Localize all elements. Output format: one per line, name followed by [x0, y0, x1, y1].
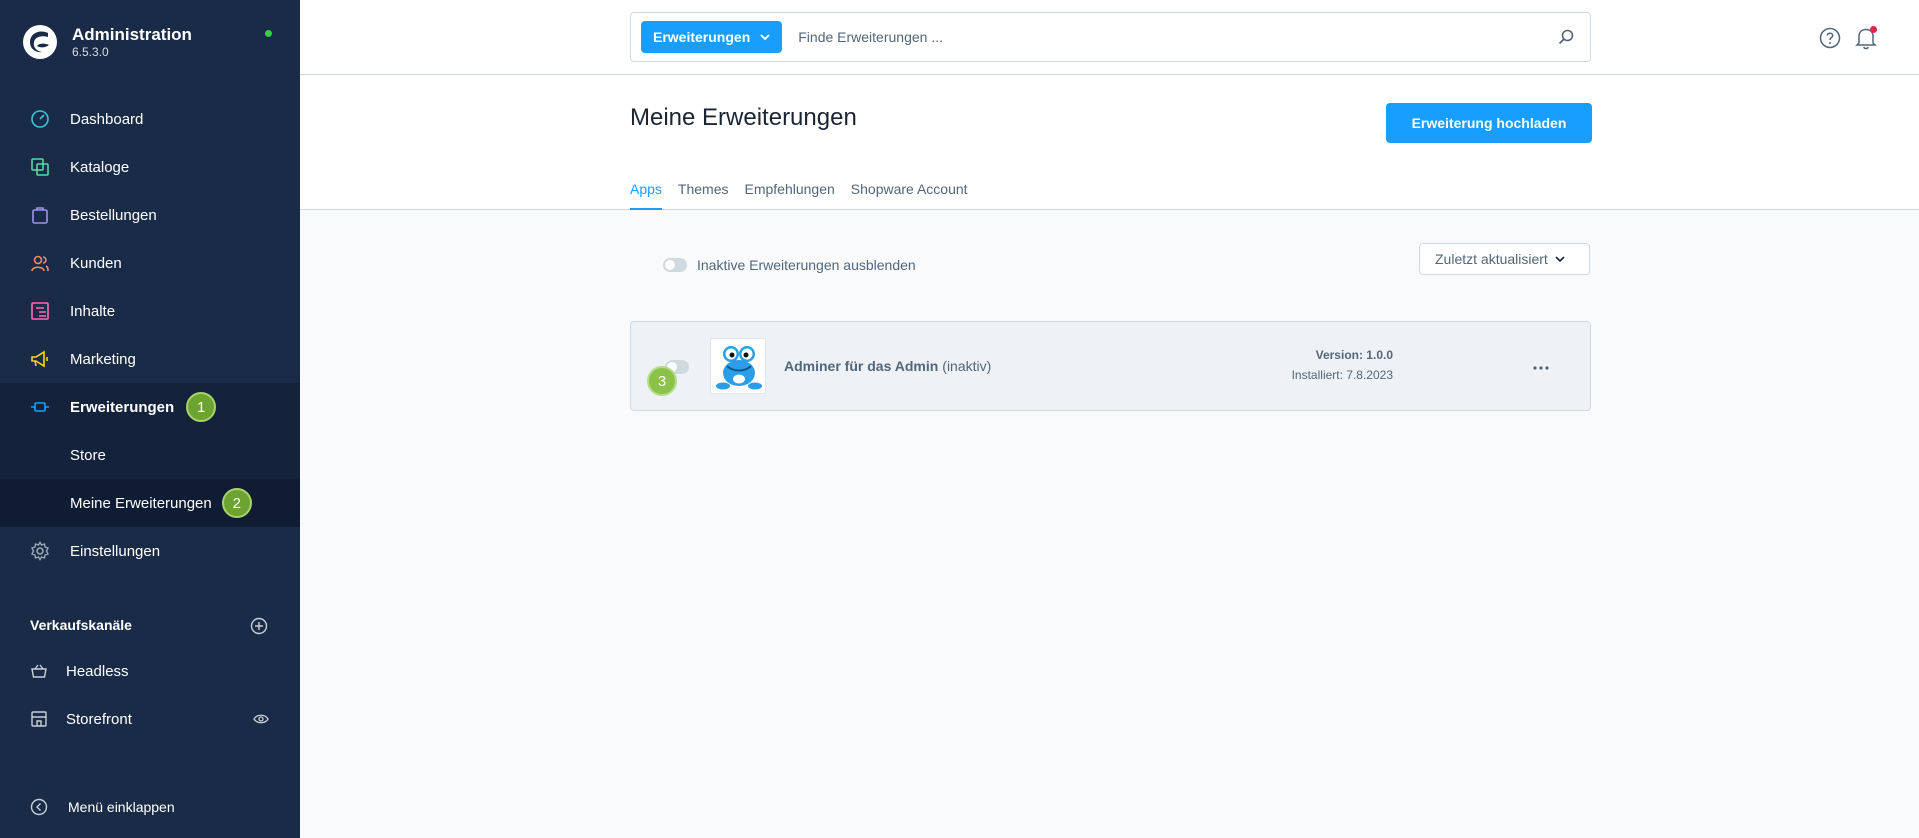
catalog-icon — [28, 155, 52, 179]
sidebar-item-content[interactable]: Inhalte — [0, 287, 300, 335]
sidebar: Administration 6.5.3.0 Dashboard Katalog… — [0, 0, 300, 838]
sidebar-item-dashboard[interactable]: Dashboard — [0, 95, 300, 143]
upload-extension-button[interactable]: Erweiterung hochladen — [1386, 103, 1592, 143]
settings-icon — [28, 539, 52, 563]
sidebar-item-label: Dashboard — [70, 110, 144, 128]
sidebar-item-label: Inhalte — [70, 302, 116, 320]
step-badge-1: 1 — [186, 392, 217, 422]
app-version: 6.5.3.0 — [72, 45, 109, 59]
brand[interactable]: Administration 6.5.3.0 — [22, 20, 192, 64]
extension-state: (inaktiv) — [942, 358, 992, 374]
marketing-icon — [28, 347, 52, 371]
collapse-menu-button[interactable]: Menü einklappen — [30, 798, 175, 816]
add-circle-icon[interactable] — [250, 617, 268, 635]
step-badge-2: 2 — [221, 488, 252, 518]
sales-channel-label: Storefront — [66, 710, 132, 728]
sidebar-item-label: Kunden — [70, 254, 122, 272]
tab-themes[interactable]: Themes — [678, 181, 729, 210]
status-indicator — [265, 30, 272, 37]
search-bar: Erweiterungen — [630, 12, 1591, 62]
chevron-down-icon — [760, 33, 770, 40]
search-input[interactable] — [798, 29, 1558, 45]
notification-dot — [1870, 26, 1877, 33]
sidebar-subitem-my-extensions[interactable]: Meine Erweiterungen 2 — [0, 479, 300, 527]
context-menu-button[interactable] — [1533, 357, 1549, 375]
basket-icon — [31, 664, 47, 678]
extension-version: Version: 1.0.0 — [1315, 348, 1393, 362]
customers-icon — [28, 251, 52, 275]
tab-recommendations[interactable]: Empfehlungen — [745, 181, 835, 210]
sidebar-item-label: Kataloge — [70, 158, 130, 176]
sort-select[interactable]: Zuletzt aktualisiert — [1419, 243, 1590, 275]
sidebar-item-catalog[interactable]: Kataloge — [0, 143, 300, 191]
tab-apps[interactable]: Apps — [630, 181, 662, 210]
extension-name-text: Adminer für das Admin — [784, 358, 939, 374]
help-icon[interactable] — [1819, 27, 1841, 49]
sidebar-subitem-label: Meine Erweiterungen — [70, 494, 212, 512]
chevron-left-circle-icon — [30, 798, 48, 816]
search-type-label: Erweiterungen — [653, 29, 751, 45]
sidebar-subitem-store[interactable]: Store — [0, 431, 300, 479]
sidebar-item-settings[interactable]: Einstellungen — [0, 527, 300, 575]
app-title: Administration — [72, 25, 192, 44]
tab-shopware-account[interactable]: Shopware Account — [851, 181, 968, 210]
extension-card: 3 Adminer für das Admin (inaktiv) Version… — [630, 321, 1591, 411]
sort-select-value: Zuletzt aktualisiert — [1435, 251, 1548, 267]
dashboard-icon — [28, 107, 52, 131]
frog-mascot-icon — [716, 346, 762, 390]
search-icon[interactable] — [1558, 29, 1574, 45]
shopware-logo-icon — [23, 25, 57, 59]
sidebar-item-orders[interactable]: Bestellungen — [0, 191, 300, 239]
extension-name: Adminer für das Admin (inaktiv) — [784, 358, 991, 374]
sales-channel-storefront[interactable]: Storefront — [0, 699, 300, 739]
sales-channel-headless[interactable]: Headless — [0, 651, 300, 691]
sidebar-subitem-label: Store — [70, 446, 106, 464]
storefront-icon — [31, 711, 47, 727]
page-header: Meine Erweiterungen Erweiterung hochlade… — [300, 76, 1919, 210]
page-title: Meine Erweiterungen — [630, 104, 857, 131]
collapse-label: Menü einklappen — [68, 799, 175, 815]
extension-icon — [710, 338, 766, 394]
sidebar-item-marketing[interactable]: Marketing — [0, 335, 300, 383]
sidebar-item-label: Erweiterungen — [70, 398, 175, 416]
step-badge-3: 3 — [647, 366, 677, 396]
content-icon — [28, 299, 52, 323]
sidebar-item-label: Marketing — [70, 350, 136, 368]
tab-bar: Apps Themes Empfehlungen Shopware Accoun… — [630, 181, 984, 210]
search-type-dropdown[interactable]: Erweiterungen — [641, 21, 783, 53]
extension-installed-date: Installiert: 7.8.2023 — [1291, 368, 1393, 382]
orders-icon — [28, 203, 52, 227]
sales-channels-title: Verkaufskanäle — [30, 617, 132, 633]
sidebar-item-customers[interactable]: Kunden — [0, 239, 300, 287]
sidebar-item-label: Einstellungen — [70, 542, 161, 560]
more-options-icon — [1533, 366, 1549, 370]
sales-channel-label: Headless — [66, 662, 129, 680]
hide-inactive-label: Inaktive Erweiterungen ausblenden — [697, 257, 916, 273]
top-bar: Erweiterungen — [300, 0, 1919, 75]
chevron-down-icon — [1555, 255, 1565, 262]
sidebar-item-label: Bestellungen — [70, 206, 157, 224]
hide-inactive-toggle[interactable] — [663, 258, 687, 272]
hide-inactive-filter: Inaktive Erweiterungen ausblenden — [663, 257, 916, 273]
extensions-icon — [28, 395, 52, 419]
eye-icon[interactable] — [253, 711, 269, 727]
sidebar-item-extensions[interactable]: Erweiterungen 1 — [0, 383, 300, 431]
